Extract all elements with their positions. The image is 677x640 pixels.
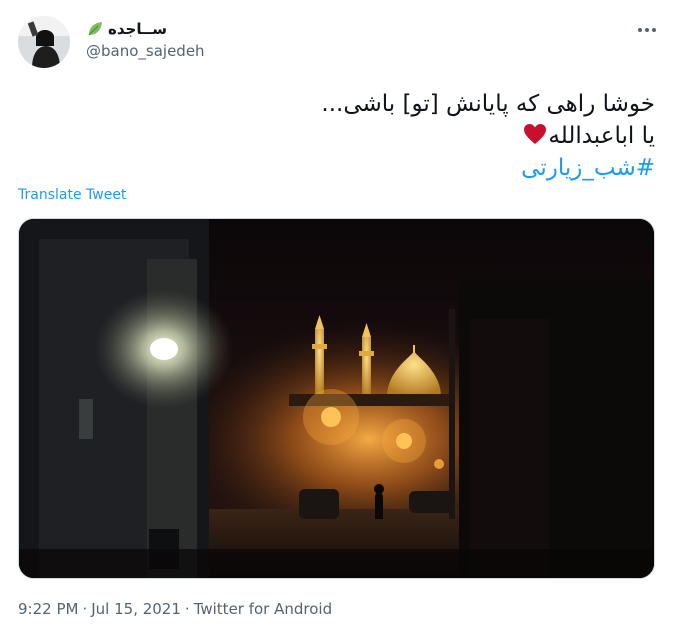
more-dots-icon-dot — [645, 28, 649, 32]
tweet-line-2: یا اباعبدالله — [548, 123, 655, 149]
tweet-card: ســاجده @bano_sajedeh خوشا راهی که پایان… — [0, 0, 677, 640]
tweet-photo[interactable] — [18, 218, 655, 579]
display-name-row[interactable]: ســاجده — [86, 18, 205, 40]
tweet-date[interactable]: Jul 15, 2021 — [91, 600, 181, 618]
tweet-line-2-row: یا اباعبدالله — [35, 120, 655, 152]
user-info: ســاجده @bano_sajedeh — [86, 18, 205, 60]
more-dots-icon-dot — [652, 28, 656, 32]
hashtag-link[interactable]: #شب_زیارتی — [35, 152, 655, 184]
translate-tweet-link[interactable]: Translate Tweet — [18, 187, 126, 203]
avatar[interactable] — [18, 16, 70, 68]
meta-separator: · — [82, 600, 88, 618]
tweet-line-1: خوشا راهی که پایانش [تو] باشی... — [321, 91, 655, 117]
more-options-button[interactable] — [635, 22, 659, 38]
tweet-time[interactable]: 9:22 PM — [18, 600, 78, 618]
leaf-icon — [86, 20, 104, 38]
display-name: ســاجده — [108, 20, 167, 38]
more-dots-icon — [638, 28, 642, 32]
user-handle[interactable]: @bano_sajedeh — [86, 42, 205, 60]
tweet-meta: 9:22 PM · Jul 15, 2021 · Twitter for Android — [18, 600, 332, 618]
meta-separator-2: · — [184, 600, 190, 618]
tweet-text: خوشا راهی که پایانش [تو] باشی... یا اباع… — [35, 88, 655, 184]
heart-icon — [522, 122, 548, 146]
tweet-source[interactable]: Twitter for Android — [194, 600, 332, 618]
